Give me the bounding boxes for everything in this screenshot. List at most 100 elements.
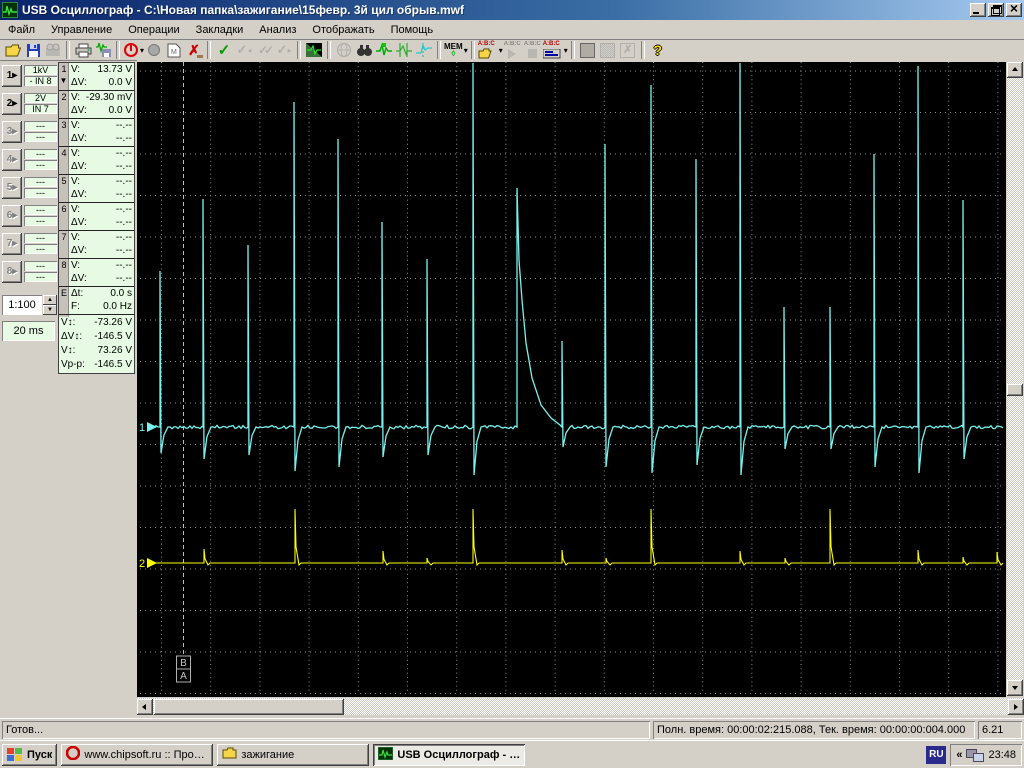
taskbar-task-1[interactable]: зажигание [217,744,369,766]
windows-logo-icon [7,748,23,762]
channel-7-input[interactable]: --- [24,244,57,254]
channel-1-input[interactable]: - IN 8 [24,76,57,86]
channel-2-marker-label[interactable]: 2 [139,558,145,570]
menu-item-5[interactable]: Отображать [304,22,382,38]
channel-1-range[interactable]: 1kV [24,65,57,75]
measurement-value: 73.26 V [98,345,132,356]
mark-ok-button[interactable]: ✓ [214,40,234,60]
channel-2-input[interactable]: IN 7 [24,104,57,114]
channel-7-button[interactable]: 7▸ [2,233,22,255]
scroll-left-button[interactable] [137,699,153,715]
select-region-button[interactable] [578,40,598,60]
scroll-up-button[interactable] [1007,62,1023,78]
channel-8-button[interactable]: 8▸ [2,261,22,283]
toolbar-separator [207,41,211,59]
folder-icon [222,747,237,762]
scroll-right-button[interactable] [1008,699,1024,715]
network-icon[interactable] [966,748,984,762]
vertical-scroll-thumb[interactable] [1007,384,1023,396]
scroll-down-button[interactable] [1007,680,1023,696]
menu-item-0[interactable]: Файл [0,22,43,38]
channel-7-range[interactable]: --- [24,233,57,243]
toolbar-separator [327,41,331,59]
channel-6-button[interactable]: 6▸ [2,205,22,227]
waveform-canvas[interactable]: BA12 [137,60,1008,698]
wave-cursors-button[interactable] [394,40,414,60]
menu-item-3[interactable]: Закладки [188,22,252,38]
taskbar: Пуск www.chipsoft.ru :: Прос...зажигание… [0,740,1024,768]
channel-1-button[interactable]: 1▸ [2,65,22,87]
v-value: 13.73 V [98,64,132,75]
scope-background [137,62,1006,697]
menu-item-1[interactable]: Управление [43,22,120,38]
erase-button[interactable]: ✗ [184,40,204,60]
mark-prev-button: ✓◂ [234,40,254,60]
menu-item-4[interactable]: Анализ [251,22,304,38]
divider-up-button[interactable]: ▲ [43,295,57,305]
readout-channel-number: 7 [60,232,68,242]
abc-open-button[interactable]: A:B:C▾ [478,40,503,60]
channel-5-button[interactable]: 5▸ [2,177,22,199]
open-file-button[interactable] [3,40,23,60]
menu-item-2[interactable]: Операции [120,22,187,38]
channel-8-range[interactable]: --- [24,261,57,271]
channel-4-range[interactable]: --- [24,149,57,159]
abc-panel-dropdown-icon[interactable]: ▾ [564,46,568,55]
save-wave-image-button[interactable] [93,40,113,60]
dv-label: ΔV: [71,189,87,200]
save-file-button[interactable] [23,40,43,60]
channel-4-button[interactable]: 4▸ [2,149,22,171]
memory-button[interactable]: MEM◊▾ [444,40,468,60]
trigger-marker-icon[interactable]: ▼ [59,76,68,85]
single-capture-button[interactable] [144,40,164,60]
toolbar-separator [297,41,301,59]
abc-panel-button[interactable]: A:B:C▾ [543,40,568,60]
channel-3-input[interactable]: --- [24,132,57,142]
channel-6-range[interactable]: --- [24,205,57,215]
channel-3-range[interactable]: --- [24,121,57,131]
divider-down-button[interactable]: ▼ [43,305,57,315]
vertical-scrollbar[interactable] [1007,62,1023,696]
display-mode-button[interactable] [304,40,324,60]
channel-8-input[interactable]: --- [24,272,57,282]
start-button[interactable]: Пуск [2,744,57,766]
readout-row-ch4: 4V:--.--ΔV:--.-- [59,147,134,175]
channel-2-range[interactable]: 2V [24,93,57,103]
channel-3-button[interactable]: 3▸ [2,121,22,143]
channel-6-input[interactable]: --- [24,216,57,226]
minimize-button[interactable] [970,3,986,17]
v-value: --.-- [116,204,132,215]
dv-label: ΔV: [71,133,87,144]
channel-5-input[interactable]: --- [24,188,57,198]
divider-input[interactable]: 1:100 [2,295,42,315]
taskbar-task-0[interactable]: www.chipsoft.ru :: Прос... [61,744,213,766]
wave-markers-button[interactable] [374,40,394,60]
horizontal-scroll-thumb[interactable] [154,699,344,715]
tray-chevron-icon[interactable]: « [956,749,962,761]
wave-scale-button[interactable] [414,40,434,60]
timebase-value[interactable]: 20 ms [2,321,55,341]
v-value: -29.30 mV [86,92,132,103]
readout-row-ch8: 8V:--.--ΔV:--.-- [59,259,134,287]
auto-setup-button[interactable]: M [164,40,184,60]
taskbar-task-2[interactable]: USB Осциллограф - C... [373,744,525,766]
close-button[interactable] [1006,3,1022,17]
start-stop-button[interactable]: ▾ [123,40,144,60]
channel-1-marker-label[interactable]: 1 [139,422,145,434]
print-button[interactable] [73,40,93,60]
toolbar-separator [116,41,120,59]
v-value: --.-- [116,148,132,159]
channel-4-input[interactable]: --- [24,160,57,170]
dv-label: ΔV: [71,217,87,228]
channel-5-range[interactable]: --- [24,177,57,187]
menu-item-6[interactable]: Помощь [383,22,442,38]
restore-button[interactable] [988,3,1004,17]
toolbar-separator [571,41,575,59]
readout-row-ch3: 3V:--.--ΔV:--.-- [59,119,134,147]
language-indicator[interactable]: RU [926,746,946,764]
channel-2-button[interactable]: 2▸ [2,93,22,115]
memory-dropdown-icon[interactable]: ▾ [464,46,468,55]
search-button[interactable] [354,40,374,60]
channel-sidebar: 1▸1kV- IN 82▸2VIN 73▸------4▸------5▸---… [0,61,137,718]
help-button[interactable]: ? [648,40,668,60]
